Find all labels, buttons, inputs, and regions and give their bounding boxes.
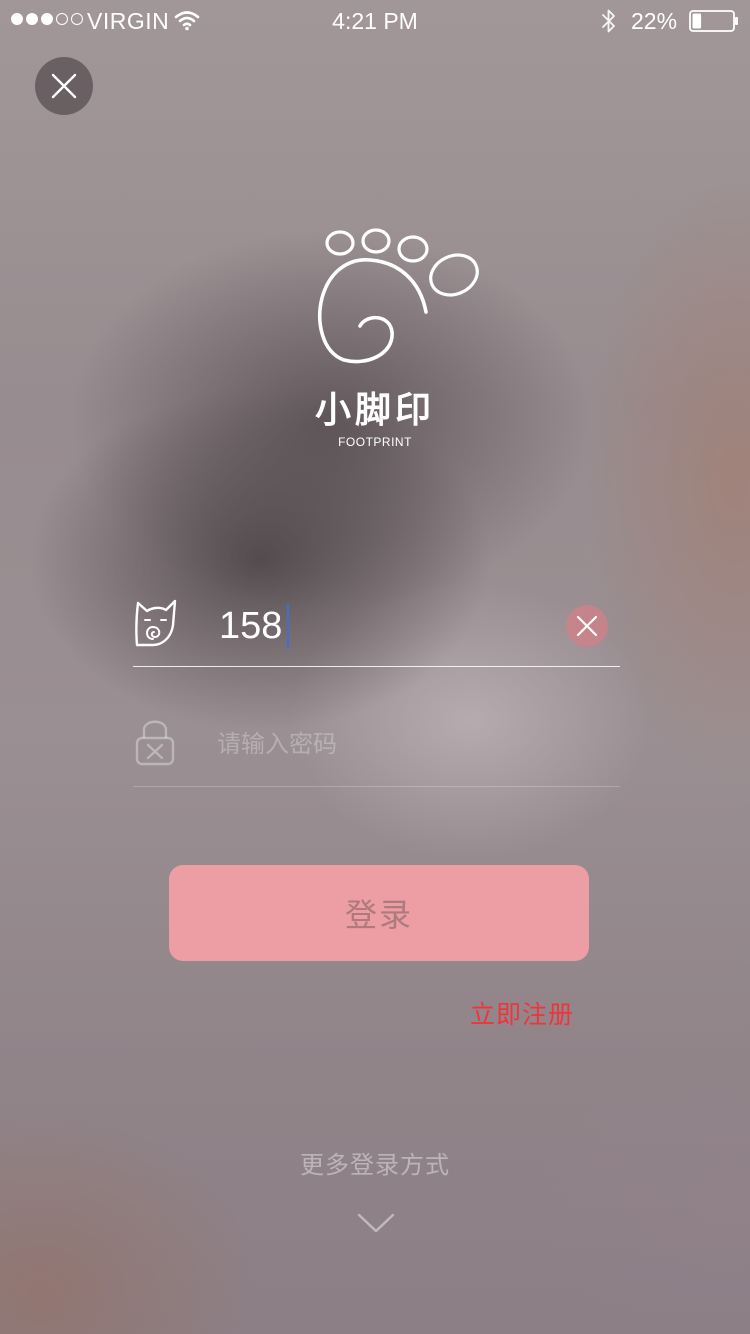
phone-input[interactable]: 158 [219,604,290,648]
close-icon [51,73,77,99]
text-caret [287,604,290,648]
status-bar: VIRGIN 4:21 PM 22% [0,0,750,40]
register-link[interactable]: 立即注册 [470,995,574,1031]
more-login-options[interactable]: 更多登录方式 [0,1145,750,1180]
phone-value-text: 158 [219,605,283,647]
phone-field[interactable]: 158 [133,588,620,667]
app-name-english: FOOTPRINT [338,435,412,449]
paw-print-logo [318,228,479,364]
battery-percent: 22% [631,8,678,34]
password-input[interactable] [217,724,597,764]
chevron-down-icon[interactable] [357,1212,395,1234]
app-name-chinese: 小脚印 [314,390,435,431]
password-field[interactable] [133,710,620,787]
cat-head-icon [135,599,177,647]
lock-icon [135,720,175,766]
bluetooth-icon [602,9,615,33]
login-screen: VIRGIN 4:21 PM 22% 小脚印 FOOTPRINT 158 登录 … [0,0,750,1334]
clear-phone-button[interactable] [566,605,608,647]
close-button[interactable] [35,57,93,115]
clear-icon [576,615,598,637]
login-button[interactable]: 登录 [169,865,589,961]
battery-icon [689,10,738,32]
